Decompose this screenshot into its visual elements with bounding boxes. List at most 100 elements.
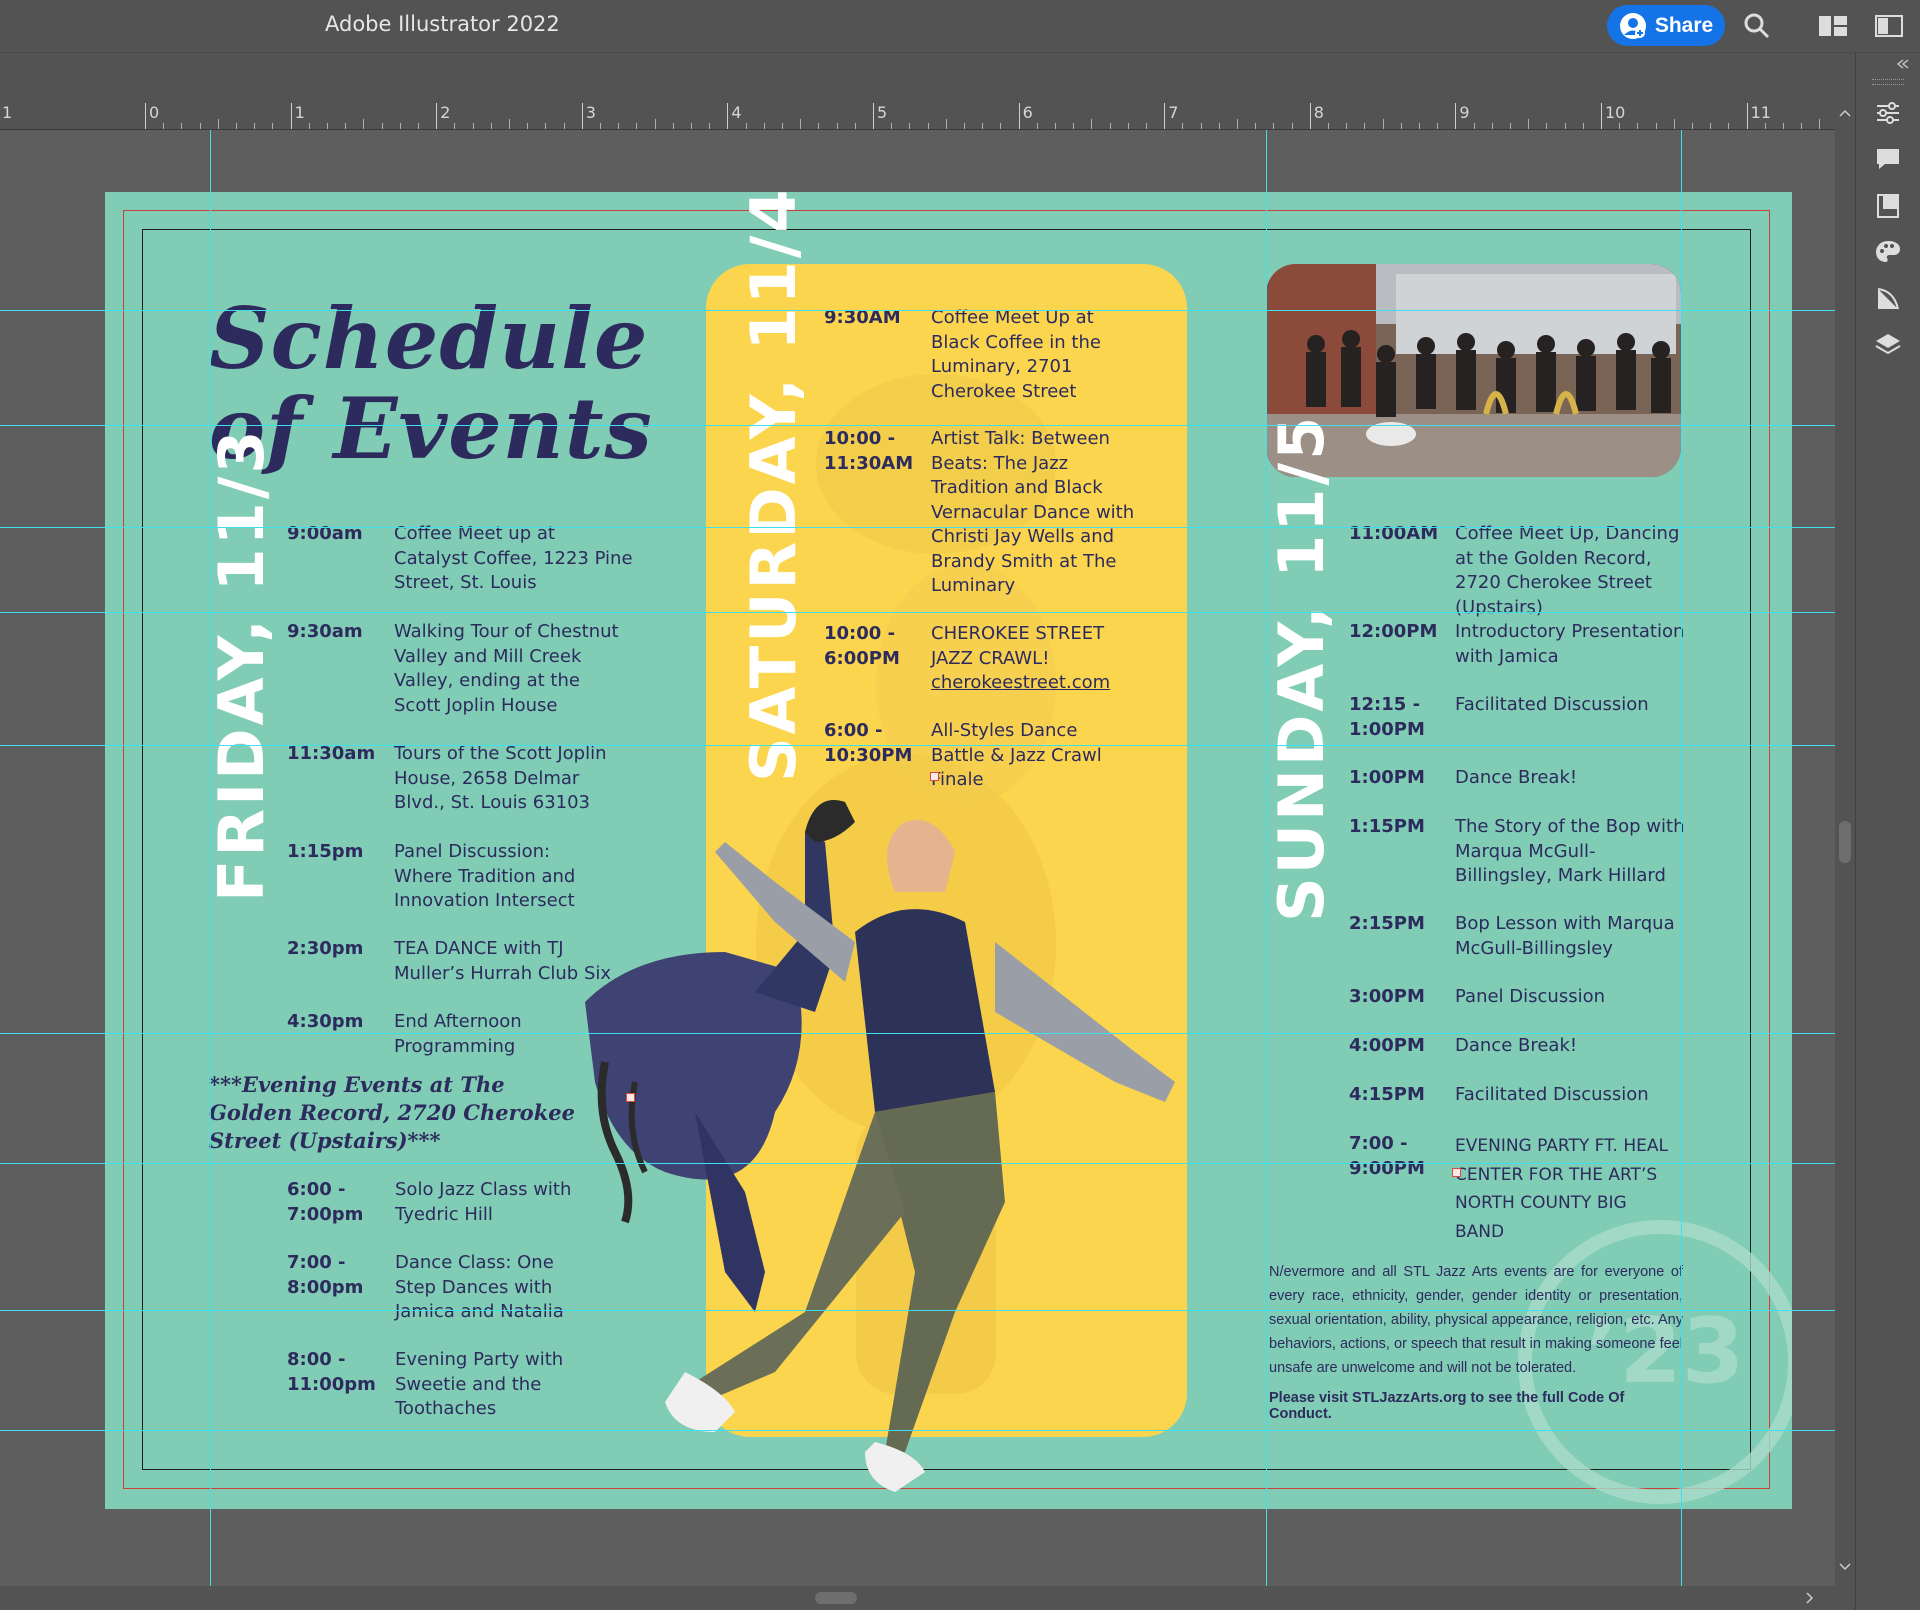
code-of-conduct-text[interactable]: N/evermore and all STL Jazz Arts events … — [1269, 1260, 1683, 1380]
comments-icon[interactable] — [1872, 143, 1904, 175]
ruler-number: 11 — [1750, 103, 1771, 122]
ruler-minor-tick — [982, 123, 984, 129]
sunday-time-8[interactable]: 4:00PM — [1349, 1034, 1439, 1059]
horizontal-scroll-thumb[interactable] — [815, 1592, 857, 1604]
friday-time-1[interactable]: 9:00am — [287, 522, 363, 547]
sunday-time-10[interactable]: 7:00 - 9:00PM — [1349, 1132, 1429, 1181]
sunday-time-1[interactable]: 11:00AM — [1349, 522, 1439, 547]
vertical-scroll-thumb[interactable] — [1839, 821, 1851, 863]
arrange-documents-icon[interactable] — [1816, 10, 1850, 42]
ruler-minor-tick — [1127, 123, 1129, 129]
horizontal-scrollbar[interactable] — [0, 1586, 1855, 1610]
saturday-desc-2[interactable]: Artist Talk: Between Beats: The Jazz Tra… — [931, 427, 1136, 599]
scroll-down-icon[interactable] — [1839, 1563, 1851, 1571]
saturday-label[interactable]: SATURDAY, 11/4 — [737, 192, 810, 782]
sunday-desc-8[interactable]: Dance Break! — [1455, 1034, 1690, 1059]
sunday-desc-1[interactable]: Coffee Meet Up, Dancing at the Golden Re… — [1455, 522, 1690, 620]
horizontal-guide[interactable] — [0, 527, 1835, 528]
ruler-minor-tick — [472, 123, 474, 129]
saturday-time-4[interactable]: 6:00 - 10:30PM — [824, 719, 912, 768]
sunday-time-3[interactable]: 12:15 - 1:00PM — [1349, 693, 1429, 742]
ruler-number: 7 — [1168, 103, 1179, 122]
friday-time-4[interactable]: 1:15pm — [287, 840, 363, 865]
vertical-guide[interactable] — [1681, 130, 1682, 1586]
code-of-conduct-link[interactable]: Please visit STLJazzArts.org to see the … — [1269, 1390, 1689, 1422]
friday-desc-6[interactable]: End Afternoon Programming — [394, 1010, 554, 1059]
vertical-guide[interactable] — [210, 130, 211, 1586]
sunday-desc-6[interactable]: Bop Lesson with Marqua McGull-Billingsle… — [1455, 912, 1690, 961]
friday-evening-desc-1[interactable]: Solo Jazz Class with Tyedric Hill — [395, 1178, 595, 1227]
gradient-icon[interactable] — [1872, 283, 1904, 315]
friday-desc-2[interactable]: Walking Tour of Chestnut Valley and Mill… — [394, 620, 624, 718]
ruler-minor-tick — [490, 123, 492, 129]
scroll-up-icon[interactable] — [1839, 109, 1851, 117]
ruler-minor-tick — [199, 123, 201, 129]
libraries-icon[interactable] — [1872, 190, 1904, 222]
collapse-panel-icon[interactable] — [1896, 59, 1910, 69]
friday-evening-time-1[interactable]: 6:00 - 7:00pm — [287, 1178, 377, 1227]
ruler-minor-tick — [1364, 123, 1366, 129]
ruler-minor-tick — [272, 123, 274, 129]
evening-events-note[interactable]: ***Evening Events at The Golden Record, … — [209, 1071, 589, 1155]
search-icon[interactable] — [1740, 10, 1774, 42]
ruler-minor-tick — [217, 119, 219, 129]
ruler-minor-tick — [891, 123, 893, 129]
horizontal-guide[interactable] — [0, 1033, 1835, 1034]
text-overflow-marker[interactable] — [626, 1093, 635, 1102]
friday-time-6[interactable]: 4:30pm — [287, 1010, 363, 1035]
sunday-desc-5[interactable]: The Story of the Bop with Marqua McGull-… — [1455, 815, 1690, 889]
text-overflow-marker[interactable] — [1452, 1168, 1461, 1177]
sunday-desc-4[interactable]: Dance Break! — [1455, 766, 1690, 791]
saturday-desc-3[interactable]: CHEROKEE STREET JAZZ CRAWL! cherokeestre… — [931, 622, 1116, 696]
ruler-minor-tick — [1055, 123, 1056, 129]
text-overflow-marker[interactable] — [930, 772, 939, 781]
saturday-time-2[interactable]: 10:00 - 11:30AM — [824, 427, 913, 476]
horizontal-guide[interactable] — [0, 425, 1835, 426]
panel-grip[interactable] — [1872, 79, 1904, 85]
friday-evening-time-2[interactable]: 7:00 - 8:00pm — [287, 1251, 377, 1300]
share-label: Share — [1654, 13, 1714, 37]
horizontal-guide[interactable] — [0, 1310, 1835, 1311]
horizontal-ruler[interactable]: 0 1 2 3 4 5 6 7 8 9 10 11 1 — [0, 101, 1835, 130]
friday-evening-desc-3[interactable]: Evening Party with Sweetie and the Tooth… — [395, 1348, 575, 1422]
sunday-label[interactable]: SUNDAY, 11/5 — [1265, 414, 1338, 922]
cherokee-link[interactable]: cherokeestreet.com — [931, 672, 1110, 693]
sunday-time-4[interactable]: 1:00PM — [1349, 766, 1439, 791]
saturday-desc-4[interactable]: All-Styles Dance Battle & Jazz Crawl Fin… — [931, 719, 1131, 793]
friday-time-5[interactable]: 2:30pm — [287, 937, 363, 962]
friday-label[interactable]: FRIDAY, 11/3 — [205, 427, 278, 902]
friday-evening-time-3[interactable]: 8:00 - 11:00pm — [287, 1348, 387, 1397]
ruler-minor-tick — [763, 123, 765, 129]
friday-desc-1[interactable]: Coffee Meet up at Catalyst Coffee, 1223 … — [394, 522, 634, 596]
horizontal-guide[interactable] — [0, 1430, 1835, 1431]
saturday-time-3[interactable]: 10:00 - 6:00PM — [824, 622, 904, 671]
vertical-guide[interactable] — [1266, 130, 1267, 1586]
sunday-time-2[interactable]: 12:00PM — [1349, 620, 1439, 645]
sunday-desc-3[interactable]: Facilitated Discussion — [1455, 693, 1690, 718]
friday-evening-desc-2[interactable]: Dance Class: One Step Dances with Jamica… — [395, 1251, 575, 1325]
ruler-minor-tick — [1200, 123, 1202, 129]
color-palette-icon[interactable] — [1872, 236, 1904, 268]
sunday-desc-2[interactable]: Introductory Presentation with Jamica — [1455, 620, 1690, 669]
sunday-time-9[interactable]: 4:15PM — [1349, 1083, 1439, 1108]
ruler-minor-tick — [1437, 123, 1439, 129]
sunday-time-7[interactable]: 3:00PM — [1349, 985, 1439, 1010]
vertical-scrollbar[interactable] — [1835, 101, 1855, 1586]
layers-icon[interactable] — [1872, 329, 1904, 361]
ruler-major-tick — [1746, 103, 1748, 129]
scroll-right-icon[interactable] — [1806, 1592, 1814, 1604]
saturday-desc-1[interactable]: Coffee Meet Up at Black Coffee in the Lu… — [931, 306, 1111, 404]
sunday-time-6[interactable]: 2:15PM — [1349, 912, 1439, 937]
horizontal-guide[interactable] — [0, 745, 1835, 746]
horizontal-guide[interactable] — [0, 310, 1835, 311]
share-button[interactable]: Share — [1607, 5, 1725, 46]
horizontal-guide[interactable] — [0, 612, 1835, 613]
sunday-desc-9[interactable]: Facilitated Discussion — [1455, 1083, 1690, 1108]
horizontal-guide[interactable] — [0, 1163, 1835, 1164]
sunday-desc-7[interactable]: Panel Discussion — [1455, 985, 1690, 1010]
panel-toggle-icon[interactable] — [1872, 10, 1906, 42]
friday-time-2[interactable]: 9:30am — [287, 620, 363, 645]
properties-icon[interactable] — [1872, 97, 1904, 129]
sunday-time-5[interactable]: 1:15PM — [1349, 815, 1439, 840]
artboard[interactable]: Schedule of Events FRIDAY, 11/3 9:00am C… — [105, 192, 1792, 1509]
